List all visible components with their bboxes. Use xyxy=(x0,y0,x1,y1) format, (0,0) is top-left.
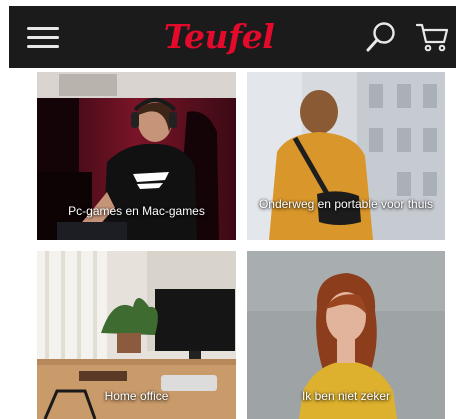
category-label: Ik ben niet zeker xyxy=(301,389,391,403)
category-tile-home-office[interactable]: Home office xyxy=(37,251,236,419)
hamburger-menu-icon[interactable] xyxy=(27,24,59,52)
portable-photo xyxy=(247,72,445,240)
category-label: Home office xyxy=(104,389,169,403)
category-label: Pc-games en Mac-games xyxy=(68,204,205,218)
category-label: Onderweg en portable voor thuis xyxy=(258,197,434,211)
shopping-cart-icon[interactable] xyxy=(415,21,449,53)
category-tile-pc-games[interactable]: Pc-games en Mac-games xyxy=(37,72,236,240)
top-header: Teufel xyxy=(9,6,456,68)
search-icon[interactable] xyxy=(364,20,398,54)
category-tile-not-sure[interactable]: Ik ben niet zeker xyxy=(247,251,445,419)
teufel-logo[interactable]: Teufel xyxy=(149,15,289,59)
category-tile-portable[interactable]: Onderweg en portable voor thuis xyxy=(247,72,445,240)
